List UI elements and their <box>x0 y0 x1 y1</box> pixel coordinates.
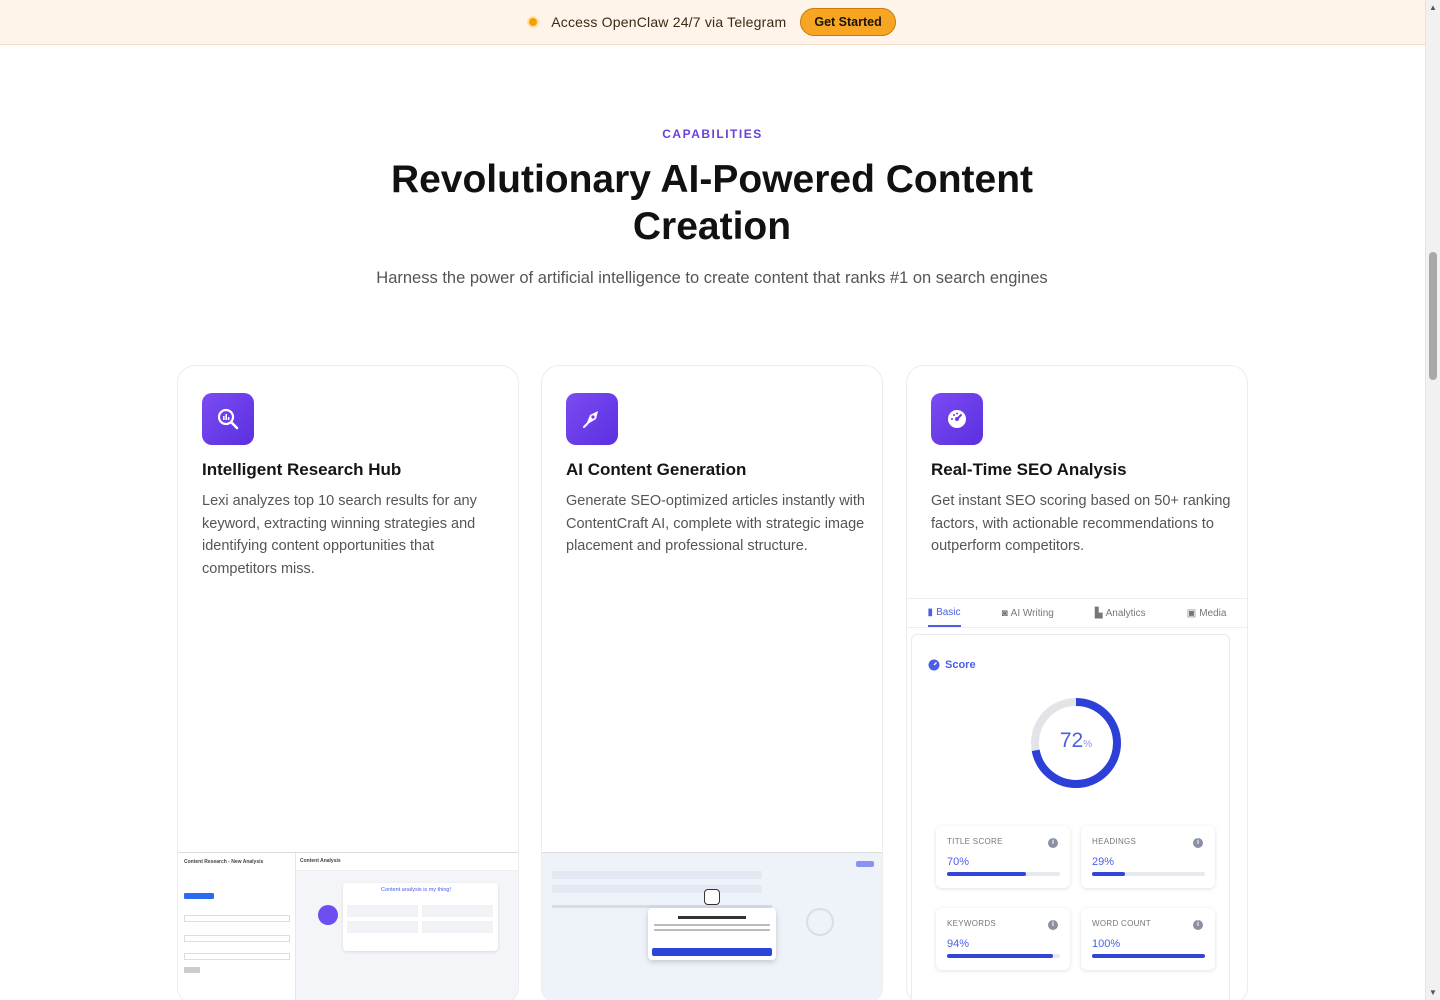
seo-tabs: ▮ Basic ◙ AI Writing ▙ Analytics ▣ Media <box>907 598 1247 628</box>
metric-label: TITLE SCORE <box>947 837 1003 846</box>
metric-value: 29% <box>1092 856 1115 868</box>
metric-progress <box>1092 872 1205 876</box>
score-unit: % <box>1083 739 1093 750</box>
score-label-text: Score <box>945 659 976 671</box>
robot-icon: ◙ <box>1001 607 1008 619</box>
metric-value: 70% <box>947 856 970 868</box>
metric-label: WORD COUNT <box>1092 919 1151 928</box>
tab-ai-writing[interactable]: ◙ AI Writing <box>1002 599 1054 627</box>
images-icon: ▣ <box>1186 607 1197 619</box>
lexi-avatar <box>318 905 338 925</box>
info-icon[interactable]: i <box>1193 920 1203 930</box>
section-subhead: Harness the power of artificial intellig… <box>376 269 1048 287</box>
content-generation-screenshot <box>542 852 882 1000</box>
tab-label: Analytics <box>1105 607 1146 619</box>
gauge-small-icon <box>928 659 940 671</box>
metric-progress <box>1092 954 1205 958</box>
metric-progress-fill <box>1092 872 1125 876</box>
tab-label: Basic <box>936 606 961 618</box>
get-started-button[interactable]: Get Started <box>800 8 896 36</box>
metric-title-score: TITLE SCORE i 70% <box>936 826 1070 888</box>
card-description: Lexi analyzes top 10 search results for … <box>202 493 477 577</box>
card-title: AI Content Generation <box>566 460 747 479</box>
metric-progress-fill <box>1092 954 1205 958</box>
tab-media[interactable]: ▣ Media <box>1187 599 1227 627</box>
bar-chart-icon: ▙ <box>1094 607 1103 619</box>
tab-analytics[interactable]: ▙ Analytics <box>1095 599 1146 627</box>
robot-icon <box>704 889 720 905</box>
score-heading: Score <box>928 659 976 671</box>
section-eyebrow: CAPABILITIES <box>662 127 763 141</box>
metric-headings: HEADINGS i 29% <box>1081 826 1215 888</box>
gauge-icon <box>931 393 983 445</box>
info-icon[interactable]: i <box>1048 838 1058 848</box>
analysis-panel: Content analysis is my thing! <box>343 883 498 951</box>
metric-progress-fill <box>947 954 1054 958</box>
metric-progress <box>947 954 1060 958</box>
feature-card-seo: Real-Time SEO Analysis Get instant SEO s… <box>906 365 1248 1000</box>
research-topbar: Content Analysis <box>296 853 518 871</box>
card-title: Real-Time SEO Analysis <box>931 460 1127 479</box>
tab-label: AI Writing <box>1010 607 1054 619</box>
scrollbar-thumb[interactable] <box>1429 252 1437 380</box>
research-panel-title: Content Analysis <box>300 858 341 864</box>
clipboard-icon: ▮ <box>927 606 934 618</box>
pen-nib-icon <box>566 393 618 445</box>
research-sidebar: Content Research - New Analysis <box>178 853 296 1000</box>
ai-modal <box>648 908 776 960</box>
card-description: Generate SEO-optimized articles instantl… <box>566 493 865 554</box>
tab-label: Media <box>1199 607 1227 619</box>
info-icon[interactable]: i <box>1193 838 1203 848</box>
page-scrollbar[interactable]: ▲ ▼ <box>1425 0 1440 1000</box>
info-icon[interactable]: i <box>1048 920 1058 930</box>
card-title: Intelligent Research Hub <box>202 460 402 479</box>
feature-card-research: Intelligent Research Hub Lexi analyzes t… <box>177 365 519 1000</box>
metric-label: KEYWORDS <box>947 919 997 928</box>
metric-value: 94% <box>947 938 970 950</box>
seo-score-gauge: 72% <box>1028 695 1124 791</box>
tab-basic[interactable]: ▮ Basic <box>927 599 961 627</box>
modal-confirm-button[interactable] <box>652 948 772 956</box>
status-dot-icon <box>529 18 538 26</box>
scroll-down-arrow-icon[interactable]: ▼ <box>1429 988 1437 997</box>
banner-text: Access OpenClaw 24/7 via Telegram <box>551 14 787 30</box>
metric-word-count: WORD COUNT i 100% <box>1081 908 1215 970</box>
research-hub-screenshot: Content Research - New Analysis Content … <box>178 852 518 1000</box>
announcement-banner: Access OpenClaw 24/7 via Telegram Get St… <box>0 0 1425 45</box>
card-description: Get instant SEO scoring based on 50+ ran… <box>931 493 1231 554</box>
research-side-title: Content Research - New Analysis <box>184 859 264 865</box>
score-value: 72 <box>1059 729 1084 752</box>
metric-keywords: KEYWORDS i 94% <box>936 908 1070 970</box>
metric-progress-fill <box>947 872 1027 876</box>
analysis-panel-heading: Content analysis is my thing! <box>381 887 452 893</box>
seo-score-panel: Score 72% TITLE SCORE i 70% HEADINGS i 2… <box>911 634 1230 1000</box>
metric-value: 100% <box>1092 938 1121 950</box>
search-chart-icon <box>202 393 254 445</box>
metric-progress <box>947 872 1060 876</box>
section-headline: Revolutionary AI-Powered Content Creatio… <box>390 158 1034 248</box>
metric-label: HEADINGS <box>1092 837 1137 846</box>
feature-card-generation: AI Content Generation Generate SEO-optim… <box>541 365 883 1000</box>
scroll-up-arrow-icon[interactable]: ▲ <box>1429 3 1437 12</box>
